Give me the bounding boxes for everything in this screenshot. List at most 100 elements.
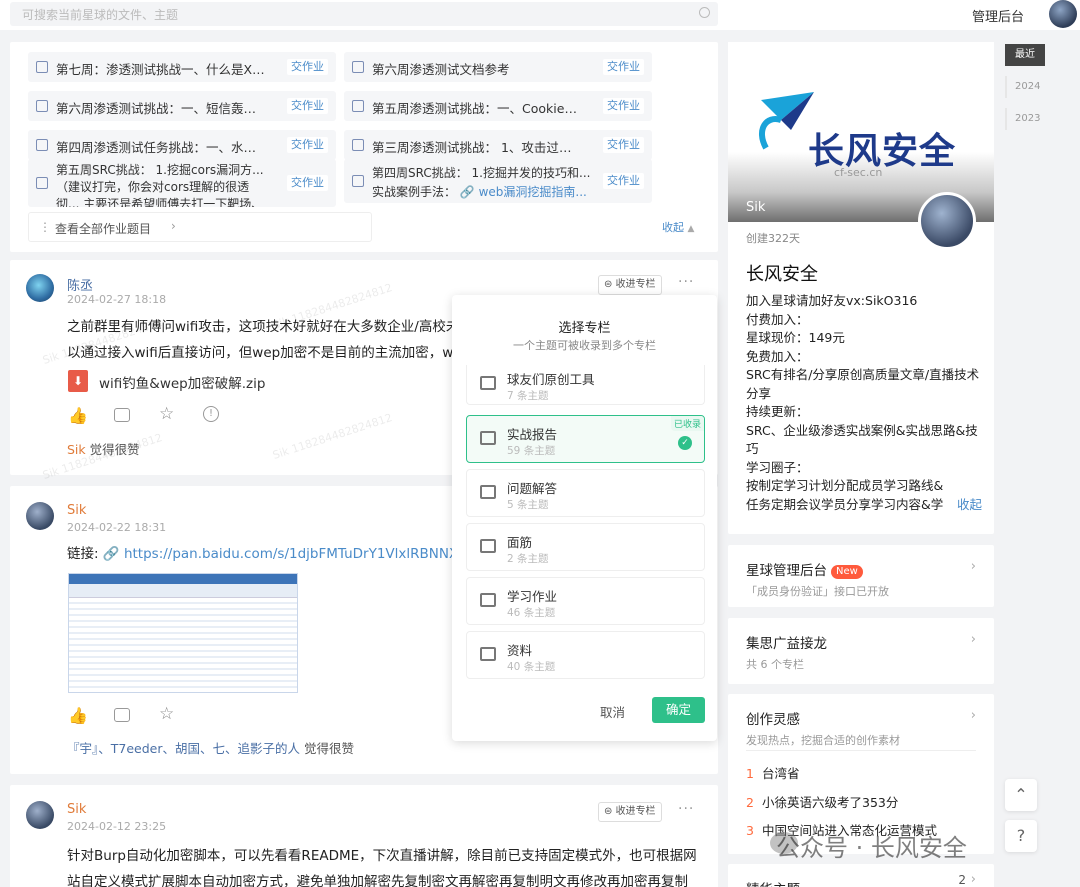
avatar[interactable]	[26, 801, 54, 829]
column-stack-icon	[480, 376, 496, 390]
avatar[interactable]	[26, 502, 54, 530]
submit-homework-button[interactable]: 交作业	[603, 173, 644, 189]
homework-item[interactable]: 第五周渗透测试挑战：一、Cookie脆... 交作业	[344, 91, 652, 121]
columns-card[interactable]: 集思广益接龙 共 6 个专栏 ›	[728, 618, 994, 684]
featured-count: 2	[958, 873, 966, 887]
author-name[interactable]: Sik	[67, 802, 86, 817]
submit-homework-button[interactable]: 交作业	[603, 98, 644, 114]
homework-icon	[352, 61, 364, 73]
post-date: 2024-02-22 18:31	[67, 521, 167, 534]
homework-item[interactable]: 第六周渗透测试挑战：一、短信轰炸二... 交作业	[28, 91, 336, 121]
column-count: 46 条主题	[507, 607, 556, 619]
homework-item[interactable]: 第五周SRC挑战： 1.挖掘cors漏洞方... （建议打完，你会对cors理解…	[28, 159, 336, 207]
admin-link[interactable]: 管理后台	[972, 6, 1024, 25]
collect-button[interactable]: ⊜ 收进专栏	[598, 802, 662, 822]
homework-item[interactable]: 第四周渗透测试任务挑战：一、水平越... 交作业	[28, 130, 336, 160]
homework-title: 第七周：渗透测试挑战一、什么是XXE...	[56, 62, 266, 77]
column-option-selected[interactable]: 已收录 实战报告 59 条主题 ✓	[466, 415, 705, 463]
owner-name[interactable]: Sik	[746, 200, 765, 215]
more-icon[interactable]: ···	[678, 274, 694, 290]
submit-homework-button[interactable]: 交作业	[603, 59, 644, 75]
help-button[interactable]: ?	[1005, 820, 1037, 852]
homework-item[interactable]: 第七周：渗透测试挑战一、什么是XXE... 交作业	[28, 52, 336, 82]
more-icon[interactable]: ···	[678, 801, 694, 817]
search-input[interactable]: 可搜索当前星球的文件、主题	[10, 2, 718, 26]
chevron-right-icon[interactable]: ›	[971, 708, 976, 723]
column-stack-icon	[480, 593, 496, 607]
trend-item[interactable]: 1 台湾省	[746, 763, 800, 782]
screenshot-thumbnail[interactable]	[68, 573, 298, 693]
homework-title: 第三周渗透测试挑战： 1、攻击过程 1....	[372, 140, 582, 155]
star-icon[interactable]: ☆	[159, 404, 174, 424]
likes-summary: 『宇』、T7eeder、胡国、七、追影子的人 觉得很赞	[67, 741, 354, 756]
homework-title: 第四周渗透测试任务挑战：一、水平越...	[56, 140, 266, 155]
star-icon[interactable]: ☆	[159, 704, 174, 724]
homework-item[interactable]: 第六周渗透测试文档参考 交作业	[344, 52, 652, 82]
homework-icon	[36, 100, 48, 112]
tab-recent[interactable]: 最近	[1005, 44, 1045, 66]
column-count: 40 条主题	[507, 661, 556, 673]
column-option[interactable]: 资料 40 条主题	[466, 631, 705, 679]
year-tabs: 最近 2024 2023	[1005, 44, 1045, 140]
inspiration-title[interactable]: 创作灵感	[746, 708, 800, 728]
back-to-top-button[interactable]: ⌃	[1005, 779, 1037, 811]
chevron-up-icon: ▲	[687, 224, 695, 234]
attachment-name[interactable]: wifi钓鱼&wep加密破解.zip	[99, 372, 265, 392]
web-guide-link[interactable]: 🔗 web漏洞挖掘指南...	[460, 185, 587, 199]
column-stack-icon	[480, 485, 496, 499]
dialog-subtitle: 一个主题可被收录到多个专栏	[513, 339, 656, 352]
trend-item[interactable]: 2 小徐英语六级考了353分	[746, 792, 898, 811]
post-date: 2024-02-27 18:18	[67, 293, 167, 306]
divider	[746, 750, 976, 751]
author-name[interactable]: Sik	[67, 503, 86, 518]
post-text: 链接: 🔗 https://pan.baidu.com/s/1djbFMTuDr…	[67, 541, 452, 567]
submit-homework-button[interactable]: 交作业	[287, 137, 328, 153]
column-count: 7 条主题	[507, 390, 549, 402]
homework-icon	[352, 175, 364, 187]
submit-homework-button[interactable]: 交作业	[287, 175, 328, 191]
chevron-right-icon: ›	[970, 559, 976, 574]
submit-homework-button[interactable]: 交作业	[603, 137, 644, 153]
featured-card[interactable]: 精华主题 2 ›	[728, 864, 994, 887]
comment-icon[interactable]	[114, 708, 130, 722]
submit-homework-button[interactable]: 交作业	[287, 59, 328, 75]
column-option[interactable]: 面筋 2 条主题	[466, 523, 705, 571]
search-icon[interactable]	[699, 7, 710, 18]
homework-title: 第五周SRC挑战： 1.挖掘cors漏洞方... （建议打完，你会对cors理解…	[56, 163, 264, 207]
dialog-title: 选择专栏	[558, 321, 611, 336]
star-avatar[interactable]	[918, 192, 976, 250]
comment-icon[interactable]	[114, 408, 130, 422]
admin-card-sub: 「成员身份验证」接口已开放	[746, 585, 889, 598]
collect-button[interactable]: ⊜ 收进专栏	[598, 275, 662, 295]
like-icon[interactable]: 👍	[68, 706, 88, 725]
column-option[interactable]: 学习作业 46 条主题	[466, 577, 705, 625]
tab-2024[interactable]: 2024	[1005, 76, 1045, 98]
column-option[interactable]: 问题解答 5 条主题	[466, 469, 705, 517]
column-option[interactable]: 球友们原创工具 7 条主题	[466, 365, 705, 405]
column-count: 2 条主题	[507, 553, 549, 565]
homework-item[interactable]: 第三周渗透测试挑战： 1、攻击过程 1.... 交作业	[344, 130, 652, 160]
column-stack-icon	[480, 539, 496, 553]
author-name[interactable]: 陈丞	[67, 275, 93, 294]
chevron-right-icon: ›	[970, 632, 976, 647]
like-icon[interactable]: 👍	[68, 406, 88, 425]
question-icon: ?	[1016, 826, 1026, 845]
admin-card[interactable]: 星球管理后台 New 「成员身份验证」接口已开放 ›	[728, 545, 994, 607]
collapse-button[interactable]: 收起 ▲	[662, 219, 694, 235]
homework-icon	[352, 100, 364, 112]
confirm-button[interactable]: 确定	[652, 697, 705, 723]
pan-link[interactable]: https://pan.baidu.com/s/1djbFMTuDrY1Vlxl…	[124, 546, 452, 562]
star-description: 加入星球请加好友vx:SikO316 付费加入： 星球现价：149元 免费加入：…	[746, 292, 982, 514]
user-avatar[interactable]	[1049, 0, 1077, 28]
fold-button[interactable]: 收起	[954, 495, 982, 514]
submit-homework-button[interactable]: 交作业	[287, 98, 328, 114]
cancel-button[interactable]: 取消	[600, 702, 625, 721]
avatar[interactable]	[26, 274, 54, 302]
info-icon[interactable]: !	[203, 406, 219, 422]
arrow-up-icon: ⌃	[1014, 785, 1028, 804]
tab-2023[interactable]: 2023	[1005, 108, 1045, 130]
homework-item[interactable]: 第四周SRC挑战： 1.挖掘并发的技巧和... 实战案例手法： 🔗 web漏洞挖…	[344, 159, 652, 203]
column-name: 资料	[507, 643, 533, 658]
column-count: 59 条主题	[507, 445, 556, 457]
view-all-homework-button[interactable]: ⋮ 查看全部作业题目 ›	[28, 212, 372, 242]
